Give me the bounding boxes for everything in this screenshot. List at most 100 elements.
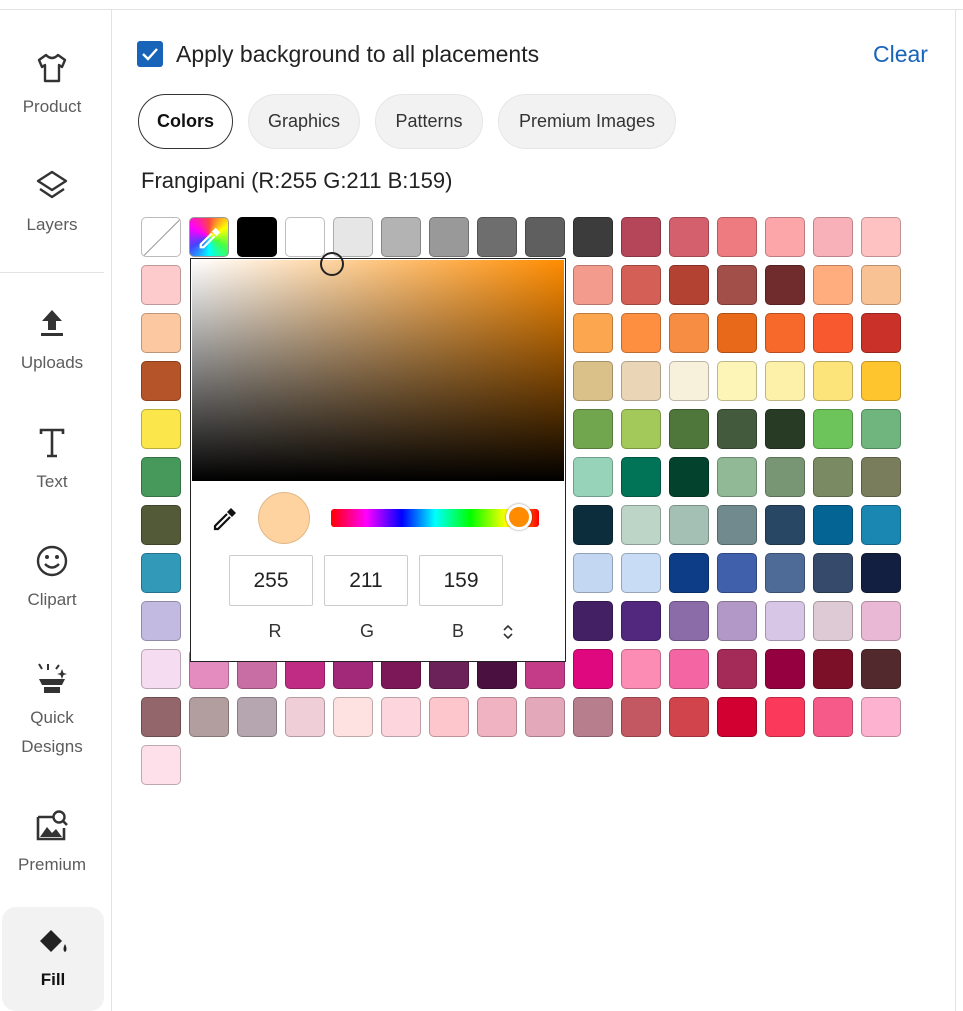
color-swatch[interactable]: [717, 361, 757, 401]
color-swatch[interactable]: [813, 217, 853, 257]
color-swatch[interactable]: [669, 457, 709, 497]
color-swatch[interactable]: [765, 409, 805, 449]
color-swatch[interactable]: [669, 601, 709, 641]
color-swatch[interactable]: [621, 505, 661, 545]
color-swatch[interactable]: [717, 697, 757, 737]
color-swatch[interactable]: [621, 409, 661, 449]
apply-all-checkbox[interactable]: [137, 41, 163, 67]
color-swatch[interactable]: [765, 697, 805, 737]
color-swatch[interactable]: [573, 361, 613, 401]
color-swatch[interactable]: [717, 457, 757, 497]
color-swatch[interactable]: [861, 313, 901, 353]
sidebar-item-quick-designs[interactable]: Quick Designs: [0, 661, 104, 761]
color-swatch[interactable]: [573, 313, 613, 353]
color-swatch[interactable]: [765, 265, 805, 305]
color-swatch[interactable]: [621, 457, 661, 497]
color-swatch[interactable]: [141, 553, 181, 593]
custom-color-picker-swatch[interactable]: [189, 217, 229, 257]
color-swatch[interactable]: [333, 217, 373, 257]
color-swatch[interactable]: [285, 217, 325, 257]
color-swatch[interactable]: [861, 361, 901, 401]
color-swatch[interactable]: [381, 697, 421, 737]
tab-graphics[interactable]: Graphics: [248, 94, 360, 149]
color-swatch[interactable]: [429, 217, 469, 257]
color-swatch[interactable]: [669, 361, 709, 401]
color-swatch[interactable]: [765, 217, 805, 257]
color-swatch[interactable]: [141, 457, 181, 497]
hue-slider[interactable]: [331, 504, 539, 530]
sidebar-item-premium[interactable]: Premium: [0, 808, 104, 879]
color-swatch[interactable]: [525, 697, 565, 737]
color-swatch[interactable]: [141, 601, 181, 641]
color-swatch[interactable]: [813, 505, 853, 545]
color-swatch[interactable]: [717, 409, 757, 449]
color-swatch[interactable]: [621, 361, 661, 401]
color-swatch[interactable]: [477, 697, 517, 737]
green-value-input[interactable]: [324, 555, 408, 606]
sidebar-item-uploads[interactable]: Uploads: [0, 306, 104, 377]
color-swatch[interactable]: [717, 313, 757, 353]
color-swatch[interactable]: [141, 505, 181, 545]
hue-slider-handle[interactable]: [506, 504, 532, 530]
color-swatch[interactable]: [141, 265, 181, 305]
color-swatch[interactable]: [621, 265, 661, 305]
sidebar-item-layers[interactable]: Layers: [0, 168, 104, 239]
color-swatch[interactable]: [765, 505, 805, 545]
color-swatch[interactable]: [861, 409, 901, 449]
color-swatch[interactable]: [861, 697, 901, 737]
color-swatch[interactable]: [141, 409, 181, 449]
color-swatch[interactable]: [189, 697, 229, 737]
color-swatch[interactable]: [717, 505, 757, 545]
color-swatch[interactable]: [861, 265, 901, 305]
color-mode-toggle-icon[interactable]: [501, 623, 515, 641]
color-swatch[interactable]: [237, 697, 277, 737]
color-swatch[interactable]: [861, 457, 901, 497]
color-swatch[interactable]: [333, 697, 373, 737]
color-swatch[interactable]: [477, 217, 517, 257]
color-swatch[interactable]: [765, 553, 805, 593]
color-swatch[interactable]: [141, 361, 181, 401]
color-swatch[interactable]: [765, 457, 805, 497]
color-swatch[interactable]: [621, 649, 661, 689]
clear-button[interactable]: Clear: [873, 40, 928, 68]
color-swatch[interactable]: [573, 505, 613, 545]
sidebar-item-clipart[interactable]: Clipart: [0, 543, 104, 614]
color-swatch[interactable]: [621, 697, 661, 737]
color-swatch[interactable]: [573, 649, 613, 689]
color-swatch[interactable]: [381, 217, 421, 257]
color-swatch[interactable]: [861, 553, 901, 593]
color-swatch[interactable]: [669, 217, 709, 257]
color-swatch[interactable]: [669, 313, 709, 353]
color-swatch[interactable]: [813, 265, 853, 305]
blue-value-input[interactable]: [419, 555, 503, 606]
color-swatch[interactable]: [765, 649, 805, 689]
color-swatch[interactable]: [141, 745, 181, 785]
sidebar-item-product[interactable]: Product: [0, 50, 104, 121]
color-swatch[interactable]: [861, 649, 901, 689]
color-swatch[interactable]: [573, 697, 613, 737]
color-swatch[interactable]: [861, 601, 901, 641]
color-swatch[interactable]: [813, 649, 853, 689]
color-swatch[interactable]: [813, 361, 853, 401]
color-swatch[interactable]: [141, 697, 181, 737]
eyedropper-icon[interactable]: [211, 505, 239, 533]
color-swatch[interactable]: [573, 217, 613, 257]
color-swatch[interactable]: [669, 409, 709, 449]
color-swatch[interactable]: [573, 601, 613, 641]
color-swatch[interactable]: [813, 601, 853, 641]
tab-patterns[interactable]: Patterns: [375, 94, 483, 149]
color-swatch[interactable]: [573, 553, 613, 593]
color-swatch[interactable]: [861, 505, 901, 545]
color-swatch[interactable]: [765, 601, 805, 641]
sidebar-item-fill[interactable]: Fill: [2, 907, 104, 1011]
saturation-value-handle[interactable]: [320, 252, 344, 276]
sidebar-item-text[interactable]: Text: [0, 425, 104, 496]
color-swatch[interactable]: [813, 457, 853, 497]
color-swatch[interactable]: [669, 649, 709, 689]
color-swatch[interactable]: [669, 553, 709, 593]
color-swatch[interactable]: [717, 217, 757, 257]
color-swatch[interactable]: [237, 217, 277, 257]
tab-colors[interactable]: Colors: [138, 94, 233, 149]
red-value-input[interactable]: [229, 555, 313, 606]
color-swatch[interactable]: [573, 457, 613, 497]
